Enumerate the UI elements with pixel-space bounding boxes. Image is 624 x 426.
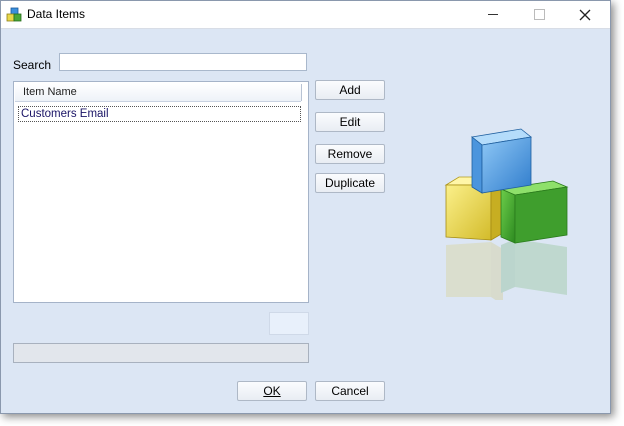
ok-button[interactable]: OK	[237, 381, 307, 401]
add-button[interactable]: Add	[315, 80, 385, 100]
search-label: Search	[13, 58, 52, 72]
indicator-box	[269, 312, 309, 335]
cancel-button[interactable]: Cancel	[315, 381, 385, 401]
ok-button-label: OK	[263, 384, 281, 398]
maximize-button[interactable]	[516, 1, 562, 28]
cubes-illustration	[444, 128, 569, 300]
data-items-list[interactable]: Item Name Customers Email	[13, 81, 309, 303]
column-header-item-name[interactable]: Item Name	[15, 83, 301, 102]
column-header-divider[interactable]	[301, 84, 302, 101]
search-input[interactable]	[59, 53, 307, 71]
data-items-dialog: Data Items Search Item Name Customers Em…	[0, 0, 611, 414]
close-icon	[579, 9, 591, 20]
remove-button[interactable]: Remove	[315, 144, 385, 164]
progress-bar	[13, 343, 309, 363]
minimize-icon	[488, 14, 498, 15]
close-button[interactable]	[562, 1, 608, 28]
minimize-button[interactable]	[470, 1, 516, 28]
cancel-button-label: Cancel	[331, 384, 369, 398]
window-title: Data Items	[27, 7, 86, 21]
list-item[interactable]: Customers Email	[18, 106, 301, 122]
maximize-icon	[533, 9, 545, 20]
title-bar: Data Items	[1, 1, 610, 29]
data-items-cubes-icon	[6, 7, 22, 22]
edit-button[interactable]: Edit	[315, 112, 385, 132]
duplicate-button[interactable]: Duplicate	[315, 173, 385, 193]
